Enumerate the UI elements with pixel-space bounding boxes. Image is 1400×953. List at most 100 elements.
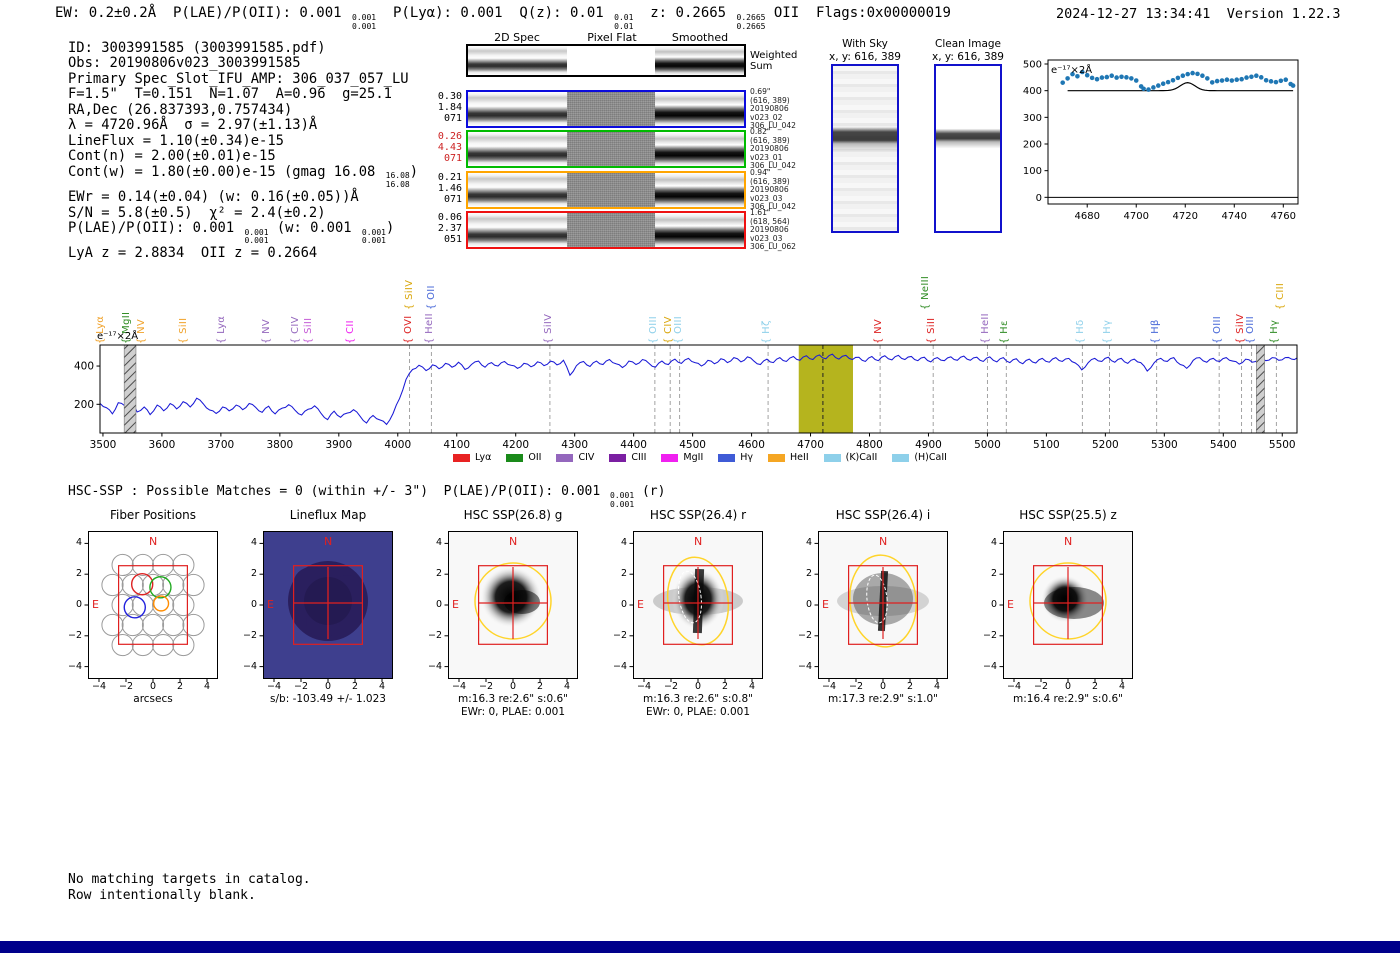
flux-data-point — [1099, 75, 1105, 80]
y-tick-label: 4 — [620, 537, 627, 549]
note-line: No matching targets in catalog. — [68, 872, 311, 887]
y-tick-label: 4 — [250, 537, 257, 549]
compass-east-label: E — [452, 598, 459, 611]
cutout-hsc-i: NE — [814, 531, 948, 682]
spectral-line-label: { OII — [426, 285, 438, 310]
report-header-summary: EW: 0.2±0.2Å P(LAE)/P(OII): 0.001 0.001 0… — [55, 5, 951, 31]
y-tick-label: 0 — [435, 599, 442, 610]
text-segment: EW: 0.2±0.2Å P(LAE)/P(OII): 0.001 — [55, 5, 351, 21]
flux-data-point — [1239, 76, 1244, 82]
x-tick-label: 4900 — [915, 439, 942, 451]
spectrum-line — [99, 353, 1298, 426]
note-line: Row intentionally blank. — [68, 888, 256, 903]
x-tick-label: 4100 — [443, 439, 470, 451]
x-tick-label: 0 — [149, 681, 157, 692]
x-tick-label: 4500 — [679, 439, 706, 451]
x-tick-label: 0 — [879, 681, 887, 692]
line-zoom-chart: 0 100 200 300 400 500 4680 4700 4720 4740 4760 e⁻¹⁷… — [1023, 59, 1299, 222]
legend-label: OII — [528, 452, 542, 463]
info-line: LyA z = 2.8834 OII z = 0.2664 — [68, 246, 418, 261]
cutout-title: HSC SSP(26.4) r — [649, 508, 747, 522]
flux-data-point — [1165, 79, 1171, 85]
cutout-hsc-g: NE — [444, 531, 578, 682]
x-tick-label: −4 — [1006, 681, 1021, 692]
footer-bar — [0, 941, 1400, 953]
y-tick-label: 0 — [1036, 193, 1042, 204]
x-tick-label: −4 — [451, 681, 466, 692]
info-line: P(LAE)/P(OII): 0.001 0.001 0.001 (w: 0.00… — [68, 219, 418, 247]
gaussian-fit-line — [1067, 82, 1294, 92]
y-tick-label: −4 — [427, 660, 442, 672]
y-tick-label: −2 — [982, 629, 997, 641]
with-sky-title: With Sky — [842, 38, 888, 50]
flux-data-point — [1114, 75, 1119, 80]
legend-swatch — [892, 453, 910, 462]
compass-east-label: E — [267, 598, 274, 611]
hsc-matches-line: HSC-SSP : Possible Matches = 0 (within +… — [68, 484, 665, 509]
y-tick-label: 4 — [990, 537, 997, 549]
x-tick-label: 3500 — [90, 439, 117, 451]
x-tick-label: 5100 — [1033, 439, 1060, 451]
legend-item: CIII — [609, 452, 646, 463]
x-tick-label: 5300 — [1151, 439, 1178, 451]
legend-swatch — [768, 453, 786, 462]
x-tick-label: 2 — [536, 681, 544, 692]
stacked-fraction: 0.001 0.001 — [244, 228, 268, 247]
x-tick-label: 4680 — [1074, 211, 1099, 222]
report-header-meta: 2024-12-27 13:34:41 Version 1.22.3 — [1056, 6, 1341, 22]
legend-label: HeII — [790, 452, 809, 463]
amp-row-right-labels: 0.94" (616, 389) 20190806 v023_03 306_LU_042 — [750, 168, 796, 212]
spec-2d-strip — [468, 46, 567, 75]
x-tick-label: 4 — [748, 681, 756, 692]
x-tick-label: 3900 — [325, 439, 352, 451]
flux-data-point — [1151, 85, 1156, 90]
info-line: λ = 4720.96Å σ = 2.97(±1.13)Å — [68, 118, 418, 133]
spectral-line-label: { CIII — [1275, 282, 1287, 310]
y-tick-label: 300 — [1023, 113, 1042, 124]
compass-north-label: N — [879, 535, 887, 548]
x-tick-label: 4 — [933, 681, 941, 692]
cutout-caption: m:17.3 re:2.9" s:1.0" — [828, 693, 938, 705]
text-segment: EWr = 0.14(±0.04) (w: 0.16(±0.05))Å — [68, 189, 359, 206]
text-segment: LyA z = 2.8834 OII z = 0.2664 — [68, 245, 318, 262]
spectral-line-label-band: { Lyα{ MgII{ NV{ SiII{ Lyα{ NV{ CIV{ SiI… — [90, 268, 1310, 344]
plot-frame — [99, 344, 1298, 434]
y-tick-label: 2 — [435, 568, 442, 580]
amp-row-left-labels: 0.21 1.46 071 — [392, 172, 462, 205]
cutout-caption: arcsecs — [133, 693, 173, 705]
report-datetime: 2024-12-27 13:34:41 — [1056, 6, 1211, 22]
spectrum-legend: Lyα OII CIV CIII MgII Hγ HeII (K)CaII (H)CaII — [95, 452, 1305, 463]
y-tick-label: 4 — [805, 537, 812, 549]
catalog-note: No matching targets in catalog. Row inten… — [68, 872, 311, 904]
amp-row-2d-strip-box — [466, 171, 746, 209]
info-line: Obs: 20190806v023_3003991585 — [68, 56, 418, 71]
flux-data-point — [1273, 79, 1279, 85]
x-tick-label: −2 — [293, 681, 308, 692]
x-tick-label: 0 — [694, 681, 702, 692]
flux-data-point — [1094, 76, 1100, 82]
cutout-caption: EWr: 0, PLAE: 0.001 — [460, 706, 566, 718]
flux-data-point — [1234, 77, 1240, 83]
flux-unit-label: e⁻¹⁷×2Å — [1051, 63, 1092, 76]
legend-swatch — [661, 453, 679, 462]
compass-east-label: E — [637, 598, 644, 611]
text-segment: P(LAE)/P(OII): 0.001 — [68, 219, 243, 236]
amp-row-left-labels: 0.06 2.37 051 — [392, 212, 462, 245]
info-line: Cont(w) = 1.80(±0.00)e-15 (gmag 16.08 16… — [68, 164, 418, 190]
y-tick-label: 2 — [620, 568, 627, 580]
legend-item: Hγ — [718, 452, 753, 463]
galaxy-blob-ext — [504, 590, 540, 614]
x-tick-label: 4700 — [1124, 211, 1149, 222]
flux-data-point — [1200, 73, 1205, 79]
text-segment: Cont(n) = 2.00(±0.01)e-15 — [68, 148, 276, 165]
text-segment: HSC-SSP : Possible Matches = 0 (within +… — [68, 484, 609, 499]
amp-row-2d-strip-box — [466, 211, 746, 249]
y-tick-label: −2 — [797, 629, 812, 641]
y-tick-label: −4 — [67, 660, 82, 672]
amp-row-left-line: 1.46 — [437, 182, 462, 194]
flux-data-point — [1109, 73, 1115, 79]
smoothed-strip — [655, 46, 744, 75]
x-tick-label: −2 — [478, 681, 493, 692]
legend-item: MgII — [661, 452, 703, 463]
flux-data-point — [1283, 77, 1289, 83]
